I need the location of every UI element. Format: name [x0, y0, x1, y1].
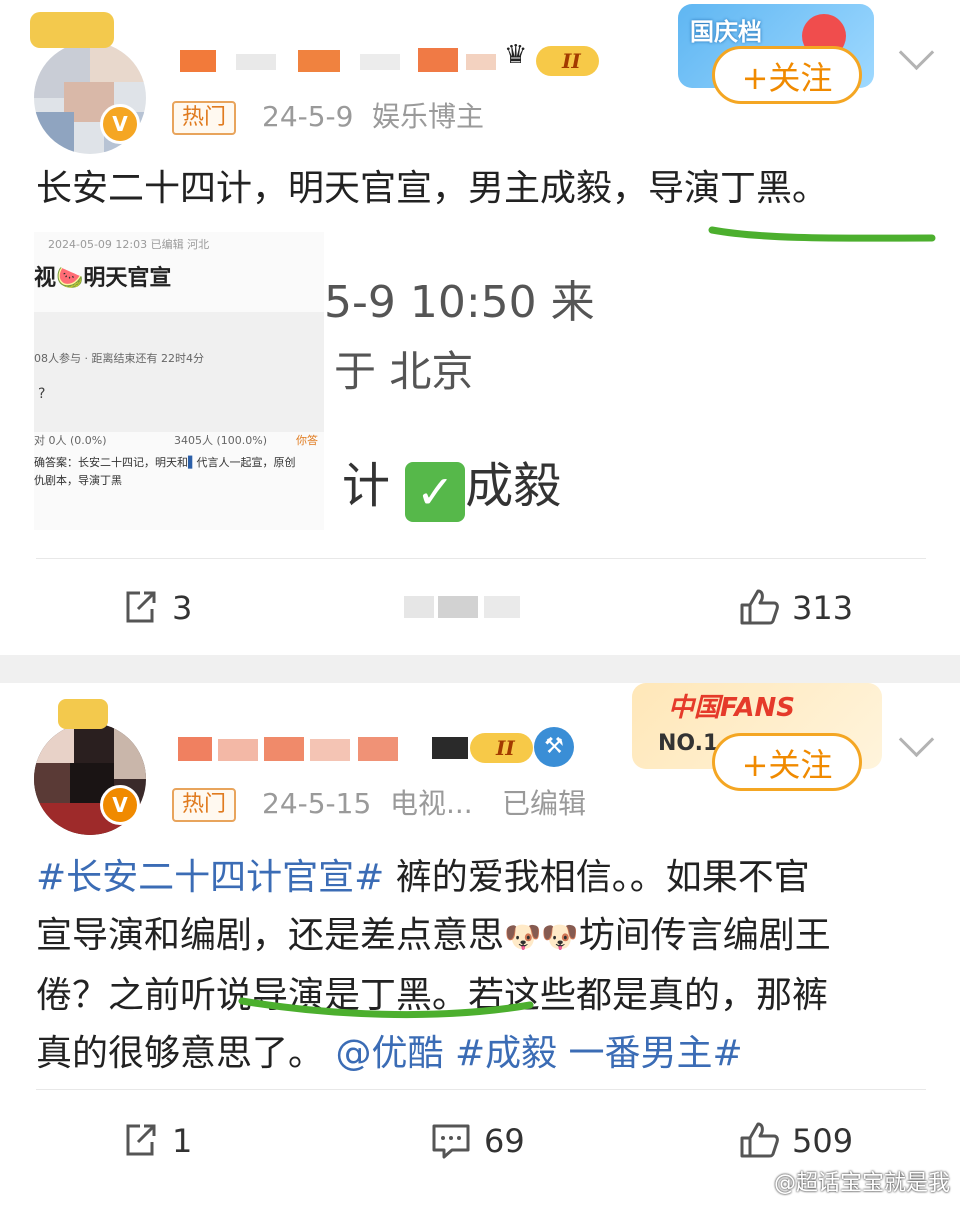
post-text: #长安二十四计官宣# 裤的爱我相信。。如果不官 宣导演和编剧，还是差点意思🐶🐶坊…	[36, 849, 936, 1083]
thumbs-up-icon	[740, 1122, 779, 1158]
doge-emoji-icon: 🐶🐶	[504, 920, 579, 955]
post-separator	[0, 655, 960, 683]
repost-button[interactable]: 3	[120, 587, 192, 628]
chevron-down-icon[interactable]	[898, 721, 935, 758]
like-count: 313	[792, 589, 854, 627]
crown-icon: ♛	[504, 40, 528, 70]
vote-option-left: 对 0人 (0.0%)	[34, 434, 107, 447]
hashtag-link[interactable]: #长安二十四计官宣#	[36, 857, 384, 898]
check-mark-icon: ✓	[405, 462, 466, 522]
answer-text: 确答案：长安二十四记，明天和▌代言人一起宣，原创	[34, 456, 296, 469]
comment-icon	[432, 1124, 470, 1159]
avatar-sticker-icon	[58, 699, 108, 729]
comment-count-blurred[interactable]	[404, 596, 524, 618]
answer-text-2: 仇剧本，导演丁黑	[34, 474, 122, 487]
post-text-line-2: 宣导演和编剧，还是差点意思🐶🐶坊间传言编剧王	[36, 915, 831, 956]
hot-tag: 热门	[172, 101, 237, 135]
zoom-time: 5-9 10:50 来	[324, 277, 595, 328]
gavel-badge-icon: ⚒	[534, 727, 574, 767]
post-source: 电视...	[390, 787, 473, 820]
username-blurred[interactable]	[180, 44, 510, 74]
post-card-2: V II ⚒ 热门 24-5-15 电视... 已编辑 中国FANS NO.1 …	[0, 683, 960, 1186]
chevron-down-icon[interactable]	[898, 34, 935, 71]
post-text: 长安二十四计，明天官宣，男主成毅，导演丁黑。	[36, 168, 829, 209]
embedded-screenshot-zoom[interactable]: 5-9 10:50 来 于 北京 计 ✓ 成毅	[324, 232, 644, 530]
mention-link[interactable]: @优酷	[335, 1033, 443, 1074]
repost-icon	[126, 591, 156, 623]
follow-button[interactable]: +关注	[712, 733, 862, 791]
festival-badge-text: 国庆档	[690, 18, 762, 46]
comment-count: 69	[484, 1122, 525, 1160]
verified-badge-icon: V	[100, 785, 140, 825]
follow-button[interactable]: +关注	[712, 46, 862, 104]
like-button[interactable]: 313	[738, 587, 853, 628]
post-date: 24-5-9	[262, 100, 354, 133]
watermark: @超话宝宝就是我	[773, 1171, 950, 1196]
vote-question: ?	[38, 386, 46, 402]
post-text-line-4: 真的很够意思了。 @优酷 #成毅 一番男主#	[36, 1033, 743, 1074]
screenshot-title: 视🍉明天官宣	[34, 266, 172, 291]
zoom-answer: 计 ✓ 成毅	[342, 446, 561, 522]
divider	[36, 558, 926, 559]
post-text-line-3: 倦？之前听说导演是丁黑。若这些都是真的，那裤	[36, 975, 829, 1016]
repost-icon	[126, 1124, 156, 1156]
like-count: 509	[792, 1122, 854, 1160]
post-source: 娱乐博主	[372, 100, 485, 133]
avatar-sticker-icon	[30, 12, 114, 48]
fans-badge-text: 中国FANS	[668, 693, 796, 723]
username-blurred[interactable]	[178, 733, 428, 763]
level-badge: II	[470, 733, 533, 763]
divider	[36, 1089, 926, 1090]
highlight-underline	[708, 226, 936, 242]
embedded-screenshot-vote[interactable]: 2024-05-09 12:03 已编辑 河北 视🍉明天官宣 08人参与 · 距…	[34, 232, 324, 530]
repost-count: 1	[172, 1122, 193, 1160]
post-text-line-1: #长安二十四计官宣# 裤的爱我相信。。如果不官	[36, 857, 810, 898]
post-card-1: V ♛ II 热门 24-5-9 娱乐博主 国庆档 +关注 长安二十四计，明天官…	[0, 0, 960, 655]
verified-badge-icon: V	[100, 104, 140, 144]
vote-option-answer: 你答	[296, 434, 318, 447]
hot-tag: 热门	[172, 788, 237, 822]
repost-button[interactable]: 1	[120, 1120, 192, 1161]
level-badge: II	[536, 46, 599, 76]
thumbs-up-icon	[740, 589, 779, 625]
vote-option-right: 3405人 (100.0%)	[174, 434, 268, 447]
edited-label: 已编辑	[502, 787, 587, 820]
repost-count: 3	[172, 589, 193, 627]
post-date: 24-5-15	[262, 787, 372, 820]
comment-button[interactable]: 69	[430, 1120, 525, 1161]
fans-badge-rank: NO.1	[658, 731, 719, 756]
username-blurred-dark	[432, 737, 468, 759]
screenshot-meta: 2024-05-09 12:03 已编辑 河北	[48, 238, 210, 251]
vote-participants: 08人参与 · 距离结束还有 22时4分	[34, 352, 204, 365]
zoom-location: 于 北京	[334, 347, 474, 396]
hashtag-link[interactable]: #成毅 一番男主#	[455, 1033, 743, 1074]
like-button[interactable]: 509	[738, 1120, 853, 1161]
